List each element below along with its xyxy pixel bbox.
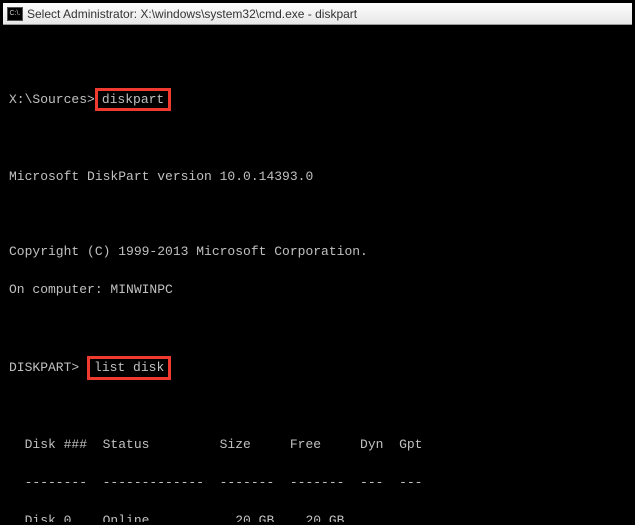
terminal-output[interactable]: X:\Sources>diskpart Microsoft DiskPart v… <box>3 25 632 522</box>
diskpart-prompt: DISKPART> <box>9 360 79 375</box>
prompt-sources: X:\Sources> <box>9 92 95 107</box>
computer-line: On computer: MINWINPC <box>9 281 626 300</box>
cmd-list-disk: list disk <box>87 356 171 380</box>
cmd-diskpart: diskpart <box>95 88 171 112</box>
window-title: Select Administrator: X:\windows\system3… <box>27 7 357 21</box>
version-line: Microsoft DiskPart version 10.0.14393.0 <box>9 168 626 187</box>
window-titlebar[interactable]: C:\. Select Administrator: X:\windows\sy… <box>3 3 632 25</box>
disk-table-divider: -------- ------------- ------- ------- -… <box>9 474 626 493</box>
disk-table-header: Disk ### Status Size Free Dyn Gpt <box>9 436 626 455</box>
cmd-icon: C:\. <box>7 7 23 21</box>
copyright-line: Copyright (C) 1999-2013 Microsoft Corpor… <box>9 243 626 262</box>
disk-table-row: Disk 0 Online 20 GB 20 GB <box>9 512 626 522</box>
